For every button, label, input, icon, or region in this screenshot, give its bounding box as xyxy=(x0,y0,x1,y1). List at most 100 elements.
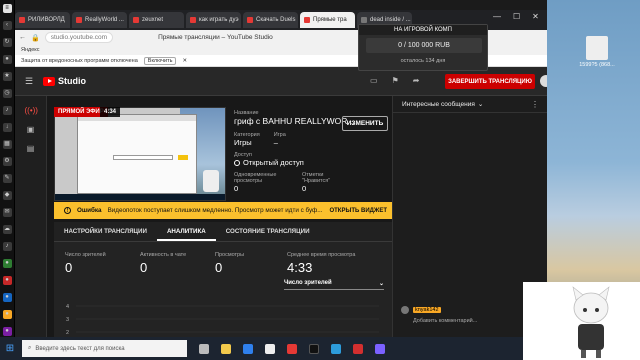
studio-logo[interactable]: Studio xyxy=(43,76,86,86)
yandex-icon[interactable] xyxy=(287,343,297,354)
windows-start-icon[interactable]: ⊞ xyxy=(0,343,20,354)
studio-header: ☰ Studio ▭ ⚑ ➦ ЗАВЕРШИТЬ ТРАНСЛЯЦИЮ xyxy=(15,67,547,96)
goal-remaining: осталось 134 дня xyxy=(400,58,446,64)
game-block: Игра – xyxy=(274,132,286,147)
bookmark-icon[interactable]: ★ xyxy=(2,72,12,81)
page-title: Прямые трансляции – YouTube Studio xyxy=(158,34,273,41)
app-icon-purple[interactable]: ● xyxy=(2,327,12,336)
error-text: Видеопоток поступает слишком медленно. П… xyxy=(107,207,323,214)
metric-dropdown[interactable]: Число зрителей ⌄ xyxy=(284,280,384,290)
app-icon-red[interactable]: ● xyxy=(2,276,12,285)
explorer-icon[interactable] xyxy=(221,343,231,354)
category-value: Игры xyxy=(234,138,252,147)
chat-input[interactable]: Добавить комментарий... xyxy=(413,318,477,324)
manage-icon[interactable]: ▤ xyxy=(25,144,37,153)
yandex-menu-icon[interactable]: ≡ xyxy=(2,4,12,13)
stat-label: Число зрителей xyxy=(65,252,106,258)
end-stream-button[interactable]: ЗАВЕРШИТЬ ТРАНСЛЯЦИЮ xyxy=(445,74,535,89)
chat-username[interactable]: knyak142 xyxy=(413,307,441,313)
url-field[interactable]: studio.youtube.com xyxy=(44,32,114,43)
browser-tab-active[interactable]: Прямые тра xyxy=(300,12,355,28)
tab-favicon-icon xyxy=(19,17,25,23)
tab-analytics[interactable]: АНАЛИТИКА xyxy=(156,222,216,241)
bookmark-item[interactable]: Яндекс xyxy=(21,47,40,53)
mail-icon[interactable]: ✉ xyxy=(2,208,12,217)
history-icon[interactable]: ◷ xyxy=(2,89,12,98)
app-icon-green[interactable]: ● xyxy=(2,259,12,268)
window-controls: — ☐ ✕ xyxy=(493,12,539,21)
anime-character-image xyxy=(572,286,610,358)
tab-favicon-icon xyxy=(133,17,139,23)
edge-icon[interactable] xyxy=(243,343,253,354)
discord-icon[interactable] xyxy=(375,343,385,354)
close-icon[interactable]: ✕ xyxy=(532,12,539,21)
menu-icon[interactable]: ☰ xyxy=(25,76,37,87)
browser-tab[interactable]: zeuxnet xyxy=(129,12,184,28)
category-row: Категория Игры Игра – xyxy=(234,132,384,147)
concurrent-block: Одновременные просмотры 0 xyxy=(234,172,284,193)
tab-label: как играть дуэ xyxy=(199,17,239,23)
avatar[interactable] xyxy=(540,75,547,87)
more-vert-icon[interactable]: ⋮ xyxy=(531,100,539,109)
tab-label: Скачать Duels xyxy=(256,17,296,23)
browser-side-rail: ≡ ‹ ↻ ● ★ ◷ ♪ ↓ ▦ ⚙ ✎ ◆ ✉ ☁ ♪ ● ● ● ● ● xyxy=(0,0,15,337)
layout-icon[interactable]: ▭ xyxy=(370,76,378,85)
live-stream-icon[interactable]: ((•)) xyxy=(25,106,38,115)
browser-tab[interactable]: ReallyWorld ... xyxy=(72,12,127,28)
likes-block: Отметки "Нравится" 0 xyxy=(302,172,352,193)
camera-icon[interactable]: ▣ xyxy=(25,125,37,134)
flag-icon[interactable]: ⚑ xyxy=(392,76,399,85)
preview-search-button xyxy=(178,155,188,160)
webcam-overlay xyxy=(523,282,640,360)
chat-filter-dropdown[interactable]: Интересные сообщения ⌄ xyxy=(393,96,547,113)
settings-icon[interactable]: ⚙ xyxy=(2,157,12,166)
stream-preview[interactable] xyxy=(54,107,226,201)
alice-icon[interactable]: ● xyxy=(2,55,12,64)
app-icon[interactable] xyxy=(265,343,275,354)
tab-label: ReallyWorld ... xyxy=(85,17,124,23)
share-icon[interactable]: ➦ xyxy=(413,76,420,85)
enable-protection-button[interactable]: Включить xyxy=(143,56,177,65)
desktop-shortcut[interactable]: 1599?5 (868... xyxy=(577,36,617,68)
minimize-icon[interactable]: — xyxy=(493,12,501,21)
edit-button[interactable]: ИЗМЕНИТЬ xyxy=(342,116,388,131)
app-icon-yellow[interactable]: ● xyxy=(2,310,12,319)
cloud-icon[interactable]: ☁ xyxy=(2,225,12,234)
download-icon[interactable]: ↓ xyxy=(2,123,12,132)
refresh-icon[interactable]: ↻ xyxy=(2,38,12,47)
browser-tab[interactable]: Скачать Duels xyxy=(243,12,298,28)
lock-icon: 🔒 xyxy=(31,34,40,42)
task-view-icon[interactable] xyxy=(199,343,209,354)
tab-stream-settings[interactable]: НАСТРОЙКИ ТРАНСЛЯЦИИ xyxy=(54,222,157,241)
tab-favicon-icon xyxy=(190,17,196,23)
studio-left-nav: ((•)) ▣ ▤ xyxy=(15,96,47,337)
tab-stream-health[interactable]: СОСТОЯНИЕ ТРАНСЛЯЦИИ xyxy=(216,222,320,241)
category-block: Категория Игры xyxy=(234,132,260,147)
back-arrow-icon[interactable]: ← xyxy=(19,34,26,41)
app-icon-blue[interactable]: ● xyxy=(2,293,12,302)
close-icon[interactable]: ✕ xyxy=(182,58,187,64)
games-icon[interactable]: ◆ xyxy=(2,191,12,200)
browser-tab[interactable]: как играть дуэ xyxy=(186,12,241,28)
public-globe-icon xyxy=(234,159,240,166)
chat-header-label: Интересные сообщения xyxy=(402,100,475,108)
back-icon[interactable]: ‹ xyxy=(2,21,12,30)
goal-progress: 0 / 100 000 RUB xyxy=(366,38,482,53)
avatar xyxy=(401,306,409,314)
stat-views: Просмотры 0 xyxy=(215,252,244,275)
recorder-icon[interactable] xyxy=(353,343,363,354)
extensions-icon[interactable]: ▦ xyxy=(2,140,12,149)
stat-value: 0 xyxy=(215,260,223,275)
maximize-icon[interactable]: ☐ xyxy=(513,12,520,21)
taskbar-search[interactable]: ⌕ Введите здесь текст для поиска xyxy=(22,340,187,357)
access-row: Открытый доступ xyxy=(234,158,384,167)
open-widget-link[interactable]: ОТКРЫТЬ ВИДЖЕТ xyxy=(329,208,387,214)
browser-tab[interactable]: РИЛИВОРЛД xyxy=(15,12,70,28)
telegram-icon[interactable] xyxy=(331,343,341,354)
notes-icon[interactable]: ✎ xyxy=(2,174,12,183)
tiktok-icon[interactable]: ♪ xyxy=(2,242,12,251)
preview-character xyxy=(203,170,219,192)
tiktok-icon[interactable] xyxy=(309,343,319,354)
tab-label: dead inside / ... xyxy=(370,17,411,23)
music-icon[interactable]: ♪ xyxy=(2,106,12,115)
